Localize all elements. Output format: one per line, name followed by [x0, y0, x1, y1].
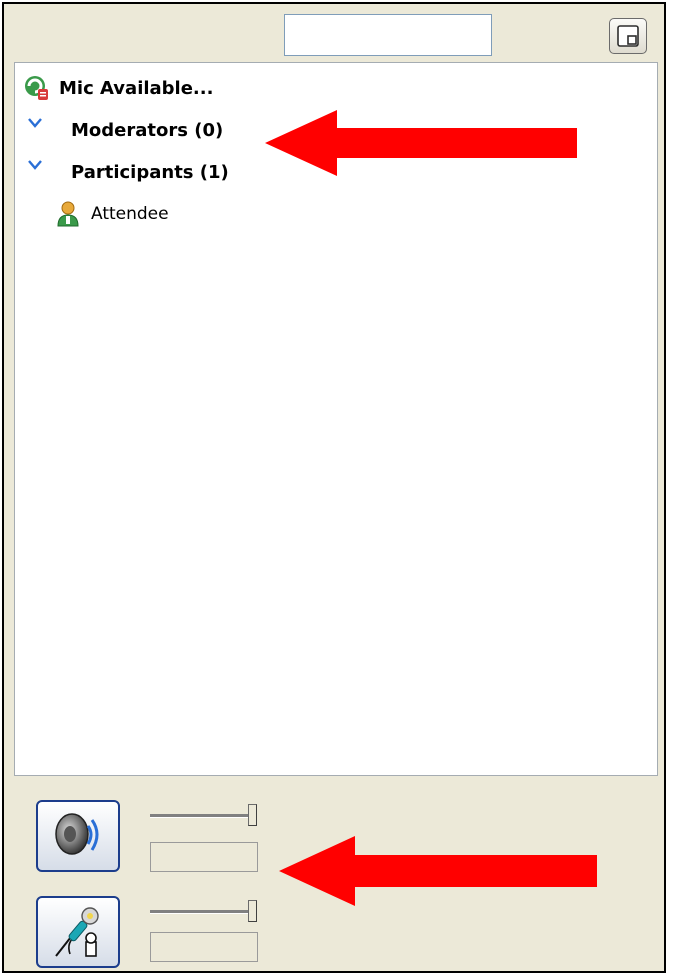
- audio-controls: [14, 790, 658, 970]
- mic-status-icon: [23, 74, 51, 102]
- member-label: Attendee: [91, 204, 169, 224]
- speaker-icon: [55, 813, 99, 855]
- undock-button[interactable]: [609, 18, 647, 54]
- microphone-volume-thumb[interactable]: [248, 900, 257, 922]
- group-row-moderators[interactable]: Moderators (0): [23, 113, 223, 147]
- microphone-level-field: [150, 932, 258, 962]
- attendee-list: Mic Available... Moderators (0) Particip…: [14, 62, 658, 776]
- microphone-volume-slider[interactable]: [150, 900, 262, 924]
- group-row-participants[interactable]: Participants (1): [23, 155, 229, 189]
- search-input[interactable]: [284, 14, 492, 56]
- chevron-down-icon[interactable]: [23, 155, 47, 174]
- speaker-level-field: [150, 842, 258, 872]
- microphone-button[interactable]: [36, 896, 120, 968]
- group-label-participants: Participants (1): [71, 161, 229, 183]
- window-edge: [668, 0, 674, 977]
- chevron-down-icon[interactable]: [23, 113, 47, 132]
- user-icon: [55, 200, 83, 228]
- group-label-moderators: Moderators (0): [71, 119, 224, 141]
- speaker-button[interactable]: [36, 800, 120, 872]
- mic-status-label: Mic Available...: [59, 77, 214, 99]
- panel-toolbar: [4, 4, 664, 62]
- member-row-attendee[interactable]: Attendee: [55, 197, 169, 231]
- mic-status-row[interactable]: Mic Available...: [23, 71, 213, 105]
- speaker-volume-track: [150, 814, 254, 818]
- speaker-volume-slider[interactable]: [150, 804, 262, 828]
- speaker-volume-thumb[interactable]: [248, 804, 257, 826]
- attendee-panel: Mic Available... Moderators (0) Particip…: [2, 2, 666, 973]
- microphone-volume-track: [150, 910, 254, 914]
- undock-window-icon: [617, 25, 639, 47]
- microphone-icon: [55, 907, 99, 957]
